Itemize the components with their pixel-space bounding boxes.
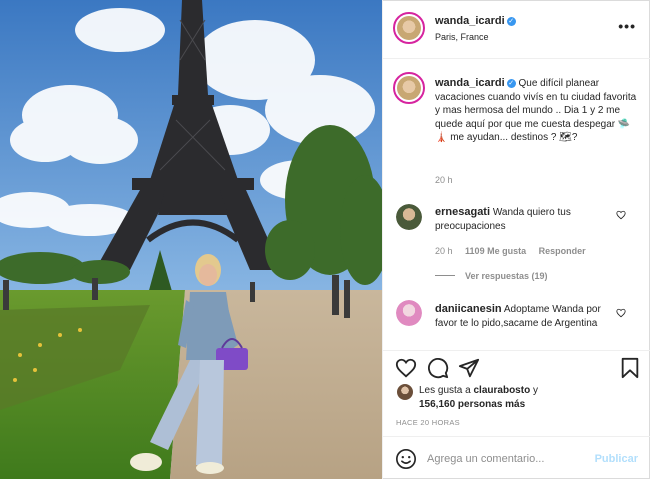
post-details-panel: wanda_icardi ✓ Paris, France ••• wanda_ic… [383,0,650,479]
post-timestamp[interactable]: HACE 20 HORAS [396,418,460,427]
comment-avatar[interactable] [396,300,422,326]
bookmark-icon[interactable] [619,357,641,379]
more-icon[interactable]: ••• [618,18,636,34]
heart-icon[interactable] [395,357,417,379]
comment-likes[interactable]: 1109 Me gusta [465,246,526,256]
post-actions: Les gusta a claurabosto y 156,160 person… [383,350,650,410]
comment-like-heart-icon[interactable] [616,308,626,318]
view-replies-label[interactable]: Ver respuestas (19) [465,271,548,281]
comment-username[interactable]: daniicanesin [435,303,502,315]
comment-icon[interactable] [427,357,449,379]
likes-summary: Les gusta a claurabosto y 156,160 person… [419,384,538,412]
comment-time: 20 h [435,246,453,256]
liker-username[interactable]: claurabosto [474,385,531,396]
replies-divider [435,275,455,276]
comment-input[interactable] [427,449,587,469]
reply-button[interactable]: Responder [539,246,586,256]
likes-count[interactable]: 156,160 personas más [419,399,525,410]
post-photo[interactable] [0,0,383,479]
liker-avatar[interactable] [397,384,413,400]
caption-time: 20 h [435,175,453,185]
likes-connector: y [532,385,538,396]
verified-icon: ✓ [506,17,516,26]
comment-avatar[interactable] [396,204,422,230]
author-username[interactable]: wanda_icardi ✓ [435,15,516,27]
author-username-text[interactable]: wanda_icardi [435,15,505,27]
author-avatar[interactable] [393,12,425,44]
comment-composer: Publicar [383,436,650,479]
comment-text-block: daniicanesin Adoptame Wanda por favor te… [435,303,615,330]
comment-like-heart-icon[interactable] [616,210,626,220]
likes-prefix: Les gusta a [419,385,471,396]
view-replies[interactable]: Ver respuestas (19) [435,271,548,281]
publish-button[interactable]: Publicar [595,453,638,465]
caption-text-block: wanda_icardi ✓ Que difícil planear vacaci… [435,77,640,145]
emoji-icon[interactable] [395,448,417,470]
comment-text-block: ernesagati Wanda quiero tus preocupacion… [435,206,615,233]
caption-avatar[interactable] [393,72,425,104]
post-location[interactable]: Paris, France [435,32,489,42]
post-header: wanda_icardi ✓ Paris, France ••• [383,0,650,59]
comment-meta: 20 h 1109 Me gusta Responder [435,246,596,256]
verified-icon: ✓ [506,79,516,88]
caption-username[interactable]: wanda_icardi [435,77,505,89]
eiffel-tower-photo [0,0,382,479]
share-icon[interactable] [458,357,480,379]
comment-username[interactable]: ernesagati [435,206,490,218]
comments-list[interactable]: wanda_icardi ✓ Que difícil planear vacaci… [383,59,650,350]
